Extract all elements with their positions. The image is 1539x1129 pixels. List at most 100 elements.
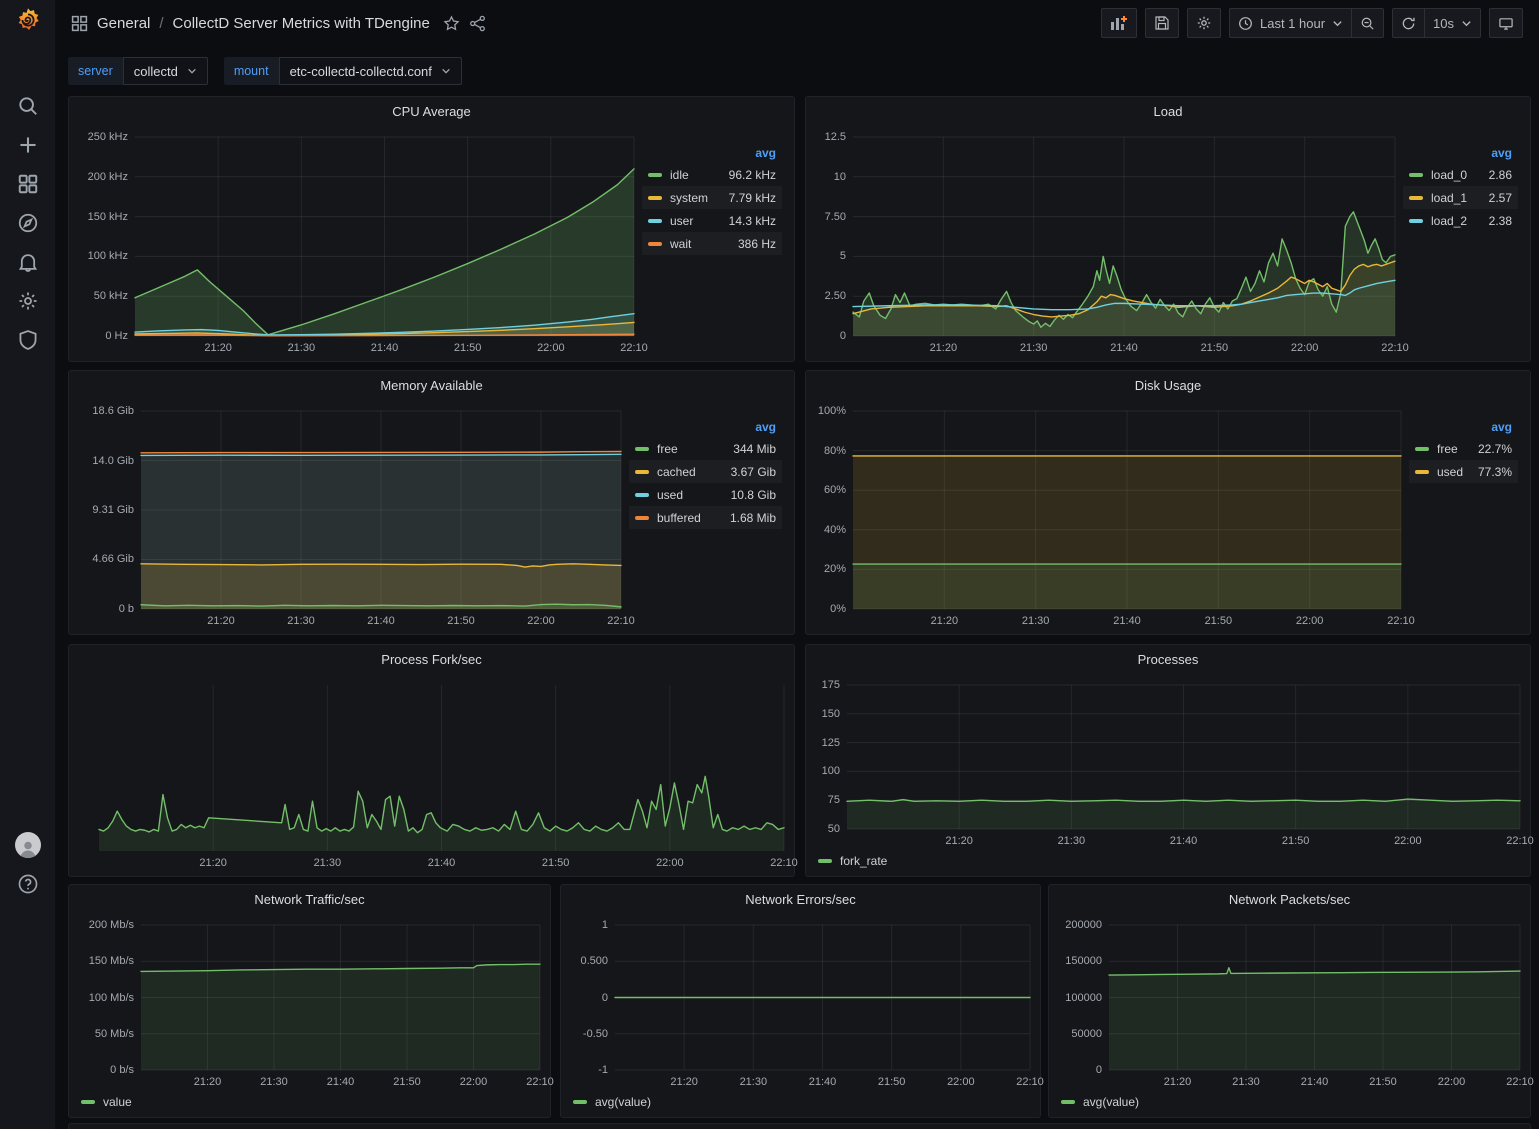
plot-canvas[interactable] <box>1109 925 1520 1070</box>
variable-value-dropdown[interactable]: etc-collectd-collectd.conf <box>279 57 462 85</box>
chart-area: 02.5057.501012.521:2021:3021:4021:5022:0… <box>806 125 1530 361</box>
server-admin-shield-icon[interactable] <box>0 327 55 353</box>
legend-item-system[interactable]: system7.79 kHz <box>642 186 782 209</box>
plot-canvas[interactable] <box>847 685 1520 829</box>
series-color-swatch <box>635 470 649 474</box>
panel-title[interactable]: Process Fork/sec <box>69 645 794 673</box>
legend-item-idle[interactable]: idle96.2 kHz <box>642 163 782 186</box>
plot-canvas[interactable] <box>141 411 621 609</box>
legend-item-avg(value)[interactable]: avg(value) <box>1061 1095 1139 1109</box>
legend-item-load_0[interactable]: load_02.86 <box>1403 163 1518 186</box>
panel-title[interactable]: Processes <box>806 645 1530 673</box>
x-axis: 21:2021:3021:4021:5022:0022:10 <box>615 1070 1030 1091</box>
legend: avgidle96.2 kHzsystem7.79 kHzuser14.3 kH… <box>634 129 784 357</box>
series-fill-free <box>853 564 1401 609</box>
chart-area: 0 Hz50 kHz100 kHz150 kHz200 kHz250 kHz21… <box>69 125 794 361</box>
legend-item-avg(value)[interactable]: avg(value) <box>573 1095 651 1109</box>
grafana-logo[interactable] <box>0 7 55 33</box>
alerting-bell-icon[interactable] <box>0 249 55 275</box>
plot-canvas[interactable] <box>141 925 540 1070</box>
y-tick-label: 1 <box>602 919 608 931</box>
legend-item-used[interactable]: used10.8 Gib <box>629 483 782 506</box>
x-tick-label: 21:30 <box>287 615 315 627</box>
series-fill-fork_rate <box>847 799 1520 829</box>
legend-series-value: 96.2 kHz <box>715 168 776 182</box>
chart-svg <box>141 411 621 609</box>
legend-item-user[interactable]: user14.3 kHz <box>642 209 782 232</box>
y-tick-label: 4.66 Gib <box>92 553 134 565</box>
legend-series-value: 22.7% <box>1464 442 1512 456</box>
plot-canvas[interactable] <box>615 925 1030 1070</box>
legend-avg-header: avg <box>1403 143 1518 163</box>
y-tick-label: 100 Mb/s <box>89 992 134 1004</box>
legend-item-free[interactable]: free22.7% <box>1409 437 1518 460</box>
y-tick-label: 200 kHz <box>88 171 128 183</box>
panel-title[interactable]: Memory Available <box>69 371 794 399</box>
dashboard-settings-button[interactable] <box>1187 8 1221 38</box>
variable-mount: mount etc-collectd-collectd.conf <box>224 57 462 85</box>
y-tick-label: 50000 <box>1071 1028 1102 1040</box>
legend-item-load_2[interactable]: load_22.38 <box>1403 209 1518 232</box>
variable-label: server <box>68 57 123 85</box>
add-panel-button[interactable] <box>1101 8 1137 38</box>
legend-item-free[interactable]: free344 Mib <box>629 437 782 460</box>
star-icon[interactable] <box>443 15 460 32</box>
x-tick-label: 21:20 <box>945 835 973 847</box>
legend-item-wait[interactable]: wait386 Hz <box>642 232 782 255</box>
variable-value-dropdown[interactable]: collectd <box>123 57 208 85</box>
legend-item-used[interactable]: used77.3% <box>1409 460 1518 483</box>
help-question-icon[interactable] <box>0 871 55 897</box>
legend-item-fork_rate[interactable]: fork_rate <box>818 854 887 868</box>
series-color-swatch <box>635 493 649 497</box>
create-plus-icon[interactable] <box>0 132 55 158</box>
chart-area: 0 b4.66 Gib9.31 Gib14.0 Gib18.6 Gib21:20… <box>69 399 794 634</box>
x-tick-label: 21:50 <box>542 857 570 869</box>
chart-area: 507510012515017521:2021:3021:4021:5022:0… <box>806 673 1530 876</box>
cycle-view-mode-button[interactable] <box>1489 8 1523 38</box>
plot-canvas[interactable] <box>99 685 784 851</box>
y-tick-label: 175 <box>822 679 840 691</box>
zoom-out-button[interactable] <box>1351 8 1384 38</box>
panel-title[interactable]: CPU Average <box>69 97 794 125</box>
plot-region: 0 Hz50 kHz100 kHz150 kHz200 kHz250 kHz <box>77 137 634 336</box>
refresh-button[interactable] <box>1392 8 1424 38</box>
y-tick-label: 50 Mb/s <box>95 1028 134 1040</box>
plot-canvas[interactable] <box>853 411 1401 609</box>
left-sidebar <box>0 0 55 1129</box>
y-tick-label: 10 <box>834 171 846 183</box>
time-range-button[interactable]: Last 1 hour <box>1229 8 1351 38</box>
x-tick-label: 21:20 <box>207 615 235 627</box>
plot-canvas[interactable] <box>135 137 634 336</box>
panel-title[interactable]: Load <box>806 97 1530 125</box>
save-dashboard-button[interactable] <box>1145 8 1179 38</box>
legend-item-buffered[interactable]: buffered1.68 Mib <box>629 506 782 529</box>
user-avatar[interactable] <box>0 832 55 858</box>
panel-title[interactable]: Network Errors/sec <box>561 885 1040 913</box>
legend-item-load_1[interactable]: load_12.57 <box>1403 186 1518 209</box>
legend-item-cached[interactable]: cached3.67 Gib <box>629 460 782 483</box>
x-axis: 21:2021:3021:4021:5022:0022:10 <box>847 829 1520 850</box>
panel-title[interactable]: Disk Usage <box>806 371 1530 399</box>
configuration-gear-icon[interactable] <box>0 288 55 314</box>
legend: avg(value) <box>1057 1091 1520 1113</box>
breadcrumb-section[interactable]: General <box>97 15 150 32</box>
explore-compass-icon[interactable] <box>0 210 55 236</box>
share-icon[interactable] <box>469 15 486 32</box>
legend: avg(value) <box>569 1091 1030 1113</box>
legend-series-value: 2.38 <box>1475 214 1512 228</box>
series-color-swatch <box>573 1100 587 1104</box>
refresh-interval-button[interactable]: 10s <box>1424 8 1481 38</box>
dashboards-icon[interactable] <box>0 171 55 197</box>
series-color-swatch <box>648 173 662 177</box>
grafana-logo-icon <box>14 6 42 34</box>
panel-title[interactable]: Network Traffic/sec <box>69 885 550 913</box>
x-tick-label: 21:50 <box>1369 1076 1397 1088</box>
legend-item-value[interactable]: value <box>81 1095 132 1109</box>
y-tick-label: 200 Mb/s <box>89 919 134 931</box>
panel-title[interactable]: Network Packets/sec <box>1049 885 1530 913</box>
x-tick-label: 21:50 <box>1282 835 1310 847</box>
legend-series-value: 1.68 Mib <box>716 511 776 525</box>
x-tick-label: 21:50 <box>878 1076 906 1088</box>
plot-canvas[interactable] <box>853 137 1395 336</box>
search-icon[interactable] <box>0 93 55 119</box>
